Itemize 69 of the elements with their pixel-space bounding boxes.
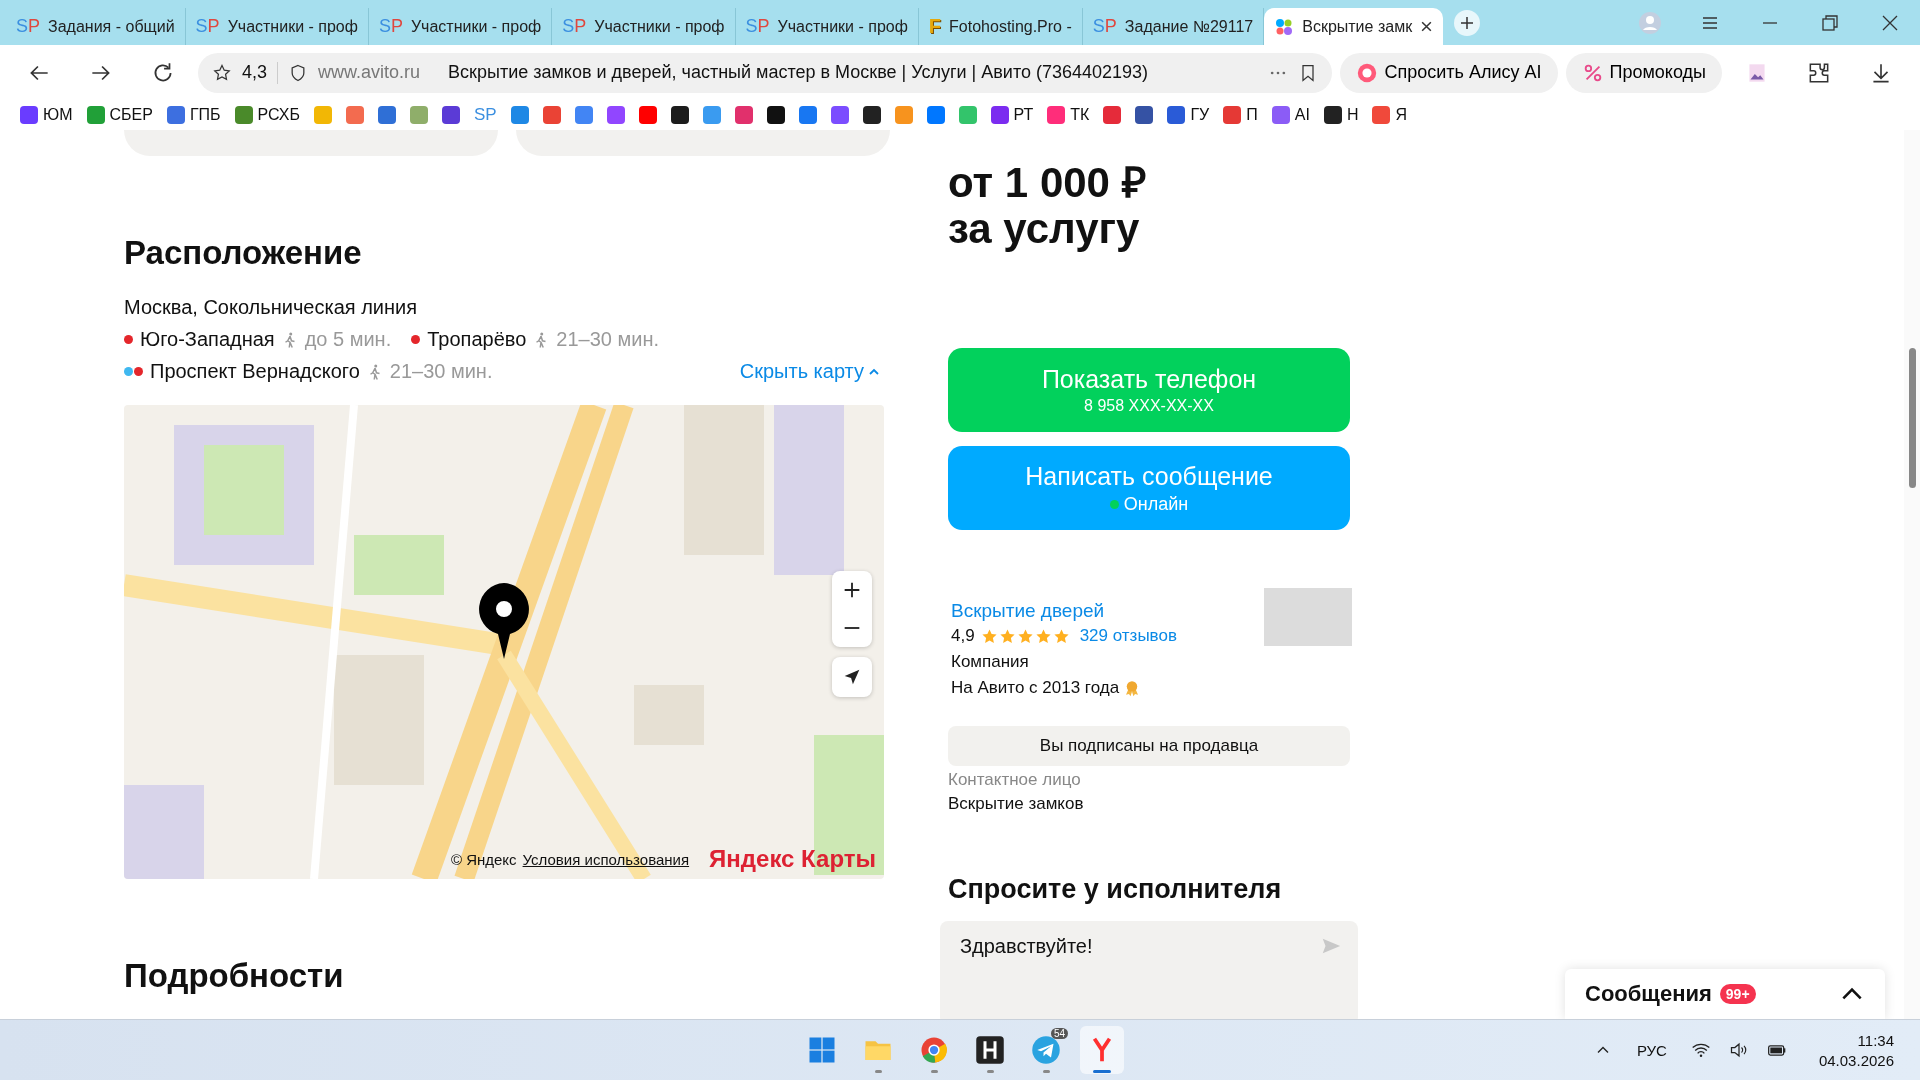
scrollbar[interactable] xyxy=(1904,130,1920,1019)
price-text: от 1 000 ₽ xyxy=(948,160,1147,206)
site-favicon: SP xyxy=(745,16,770,37)
browser-tab[interactable]: Вскрытие замк xyxy=(1264,8,1444,45)
notification-badge: 54 xyxy=(1050,1028,1068,1039)
seller-name-link[interactable]: Вскрытие дверей xyxy=(951,600,1105,621)
clock-date[interactable]: 04.03.2026 xyxy=(1818,1051,1894,1069)
metro-station: Проспект Вернадского xyxy=(150,360,360,383)
section-heading: Спросите у исполнителя xyxy=(948,874,1283,905)
close-icon[interactable] xyxy=(1420,20,1434,33)
message-field[interactable]: Здравствуйте! xyxy=(940,921,1358,1019)
browser-icon[interactable] xyxy=(919,1035,949,1065)
bookmark-icon[interactable] xyxy=(862,106,881,124)
address-field[interactable]: 4,3 www.avito.ru Вскрытие замков и дверей, частный мастер в Москве | Услуги | Авито (7364402193) xyxy=(198,52,1333,93)
taskbar-app[interactable]: 54 xyxy=(1024,1026,1068,1074)
site-favicon: SP xyxy=(195,16,220,37)
site-favicon: SP xyxy=(562,16,587,37)
star-icon[interactable] xyxy=(212,62,232,83)
site-favicon: SP xyxy=(378,16,403,37)
section-heading: Подробности xyxy=(124,957,345,995)
app-icon[interactable] xyxy=(975,1035,1005,1065)
dots-icon xyxy=(1274,16,1295,37)
map-copyright: © Яндекс xyxy=(450,850,517,868)
site-favicon: F xyxy=(928,15,942,38)
bookmark-link[interactable]: РСХБ xyxy=(234,106,300,124)
walking-time: 21–30 мин. xyxy=(556,328,659,351)
walking-time: до 5 мин. xyxy=(304,328,392,351)
contact-label: Контактное лицо xyxy=(948,770,1082,790)
volume-icon[interactable] xyxy=(1728,1040,1749,1060)
clock-time[interactable]: 11:34 xyxy=(1857,1031,1894,1049)
promo-button[interactable]: Промокоды xyxy=(1565,52,1722,93)
site-favicon: SP xyxy=(16,16,41,37)
contact-name: Вскрытие замков xyxy=(948,794,1085,814)
bookmark-link[interactable]: ТК xyxy=(1047,106,1090,124)
bookmark-link[interactable]: ГПБ xyxy=(166,106,221,124)
bookmark-link[interactable]: РТ xyxy=(990,106,1034,124)
windows-icon[interactable] xyxy=(807,1035,837,1065)
metro-station: Юго-Западная xyxy=(140,328,275,351)
new-tab-icon[interactable] xyxy=(1453,8,1482,37)
telegram-icon[interactable] xyxy=(1031,1035,1061,1065)
messages-panel[interactable]: Сообщения 99+ xyxy=(1565,969,1885,1019)
bookmark-icon[interactable] xyxy=(670,106,689,124)
seller-since: На Авито с 2013 года xyxy=(951,678,1120,698)
seller-type: Компания xyxy=(951,652,1030,672)
section-heading: Расположение xyxy=(124,234,363,272)
alice-button[interactable]: Спросить Алису AI xyxy=(1340,52,1558,93)
price-unit: за услугу xyxy=(948,206,1141,252)
bookmark-link[interactable]: СБЕР xyxy=(86,106,153,124)
hide-map-link[interactable]: Скрыть карту xyxy=(739,360,864,383)
terms-link[interactable]: Условия использования xyxy=(522,850,690,868)
messages-title: Сообщения xyxy=(1585,981,1712,1007)
unread-badge: 99+ xyxy=(1719,984,1756,1004)
locate-button[interactable] xyxy=(832,657,872,697)
language-indicator[interactable]: РУС xyxy=(1636,1041,1667,1059)
rating-value: 4,9 xyxy=(951,626,975,646)
bookmark-link[interactable]: ГУ xyxy=(1167,106,1210,124)
site-favicon: SP xyxy=(1092,16,1117,37)
map-logo: Яндекс Карты xyxy=(709,845,876,873)
walking-time: 21–30 мин. xyxy=(389,360,493,383)
bookmark-icon[interactable] xyxy=(441,106,460,124)
metro-station: Тропарёво xyxy=(427,328,527,351)
bookmark-link[interactable]: ЮМ xyxy=(20,106,73,124)
alice-icon xyxy=(1356,61,1379,84)
subscribed-button[interactable]: Вы подписаны на продавца xyxy=(948,726,1350,766)
bookmark-icon[interactable] xyxy=(1135,106,1154,124)
bookmark-link[interactable]: AI xyxy=(1271,106,1310,124)
bookmark-icon[interactable] xyxy=(766,106,785,124)
address-text: Москва, Сокольническая линия xyxy=(124,296,419,319)
reviews-link[interactable]: 329 отзывов xyxy=(1079,626,1177,646)
